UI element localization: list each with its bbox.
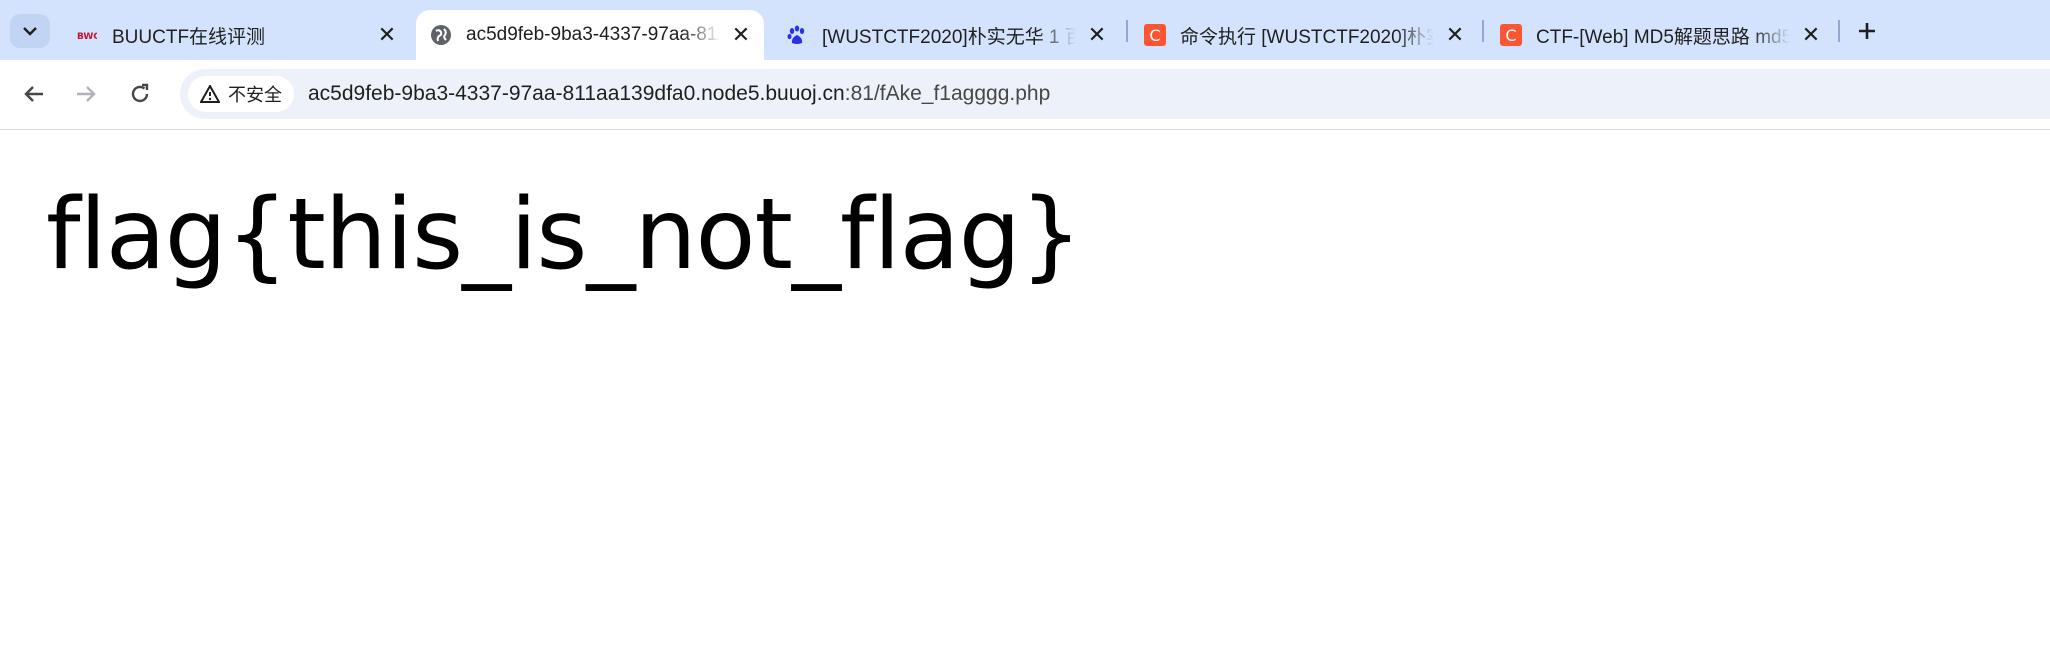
reload-icon [131,83,149,103]
csdn-logo-icon: C [1144,24,1166,46]
plus-icon [1859,23,1875,39]
page-content: flag{this_is_not_flag} [0,130,2050,670]
tab-csdn-md5[interactable]: C CTF-[Web] MD5解题思路 md5 ✕ [1486,10,1834,60]
back-button[interactable] [14,74,54,114]
tab-search-button[interactable] [10,14,50,48]
close-tab-icon[interactable]: ✕ [1798,22,1824,48]
svg-text:C: C [1149,26,1160,45]
baidu-paw-icon [786,24,808,46]
security-label: 不安全 [228,85,282,105]
browser-toolbar: 不安全 ac5d9feb-9ba3-4337-97aa-811aa139dfa0… [0,60,2050,130]
forward-button[interactable] [66,74,106,114]
reload-button[interactable] [120,74,160,114]
tab-title: BUUCTF在线评测 [112,26,266,48]
arrow-right-icon [77,86,96,102]
page-heading: flag{this_is_not_flag} [46,178,1082,292]
chevron-down-icon [23,27,37,36]
tab-buuctf[interactable]: BWC BUUCTF在线评测 ✕ [62,10,410,60]
tab-title: [WUSTCTF2020]朴实无华 1 百度搜索 [822,26,1076,48]
arrow-left-icon [24,86,43,102]
tab-active-page[interactable]: ac5d9feb-9ba3-4337-97aa-811aa139dfa0.nod… [416,10,764,60]
address-bar[interactable]: 不安全 ac5d9feb-9ba3-4337-97aa-811aa139dfa0… [180,69,2050,119]
globe-icon [430,24,452,46]
security-indicator-chip[interactable]: 不安全 [188,76,294,112]
tab-title: ac5d9feb-9ba3-4337-97aa-811aa139dfa0.nod… [466,24,720,45]
url-path: :81/fAke_f1agggg.php [844,82,1051,105]
tab-separator [1838,20,1840,42]
tab-title: 命令执行 [WUSTCTF2020]朴实无华 [1180,26,1434,48]
tab-separator [1126,20,1128,42]
tab-title: CTF-[Web] MD5解题思路 md5 [1536,26,1790,48]
warning-triangle-icon [200,85,220,103]
csdn-logo-icon: C [1500,24,1522,46]
close-tab-icon[interactable]: ✕ [374,22,400,48]
url-text[interactable]: ac5d9feb-9ba3-4337-97aa-811aa139dfa0.nod… [308,82,1050,106]
url-host: ac5d9feb-9ba3-4337-97aa-811aa139dfa0.nod… [308,82,845,105]
close-tab-icon[interactable]: ✕ [1442,22,1468,48]
svg-text:BWC: BWC [77,32,97,42]
tab-baidu-search[interactable]: [WUSTCTF2020]朴实无华 1 百度搜索 ✕ [772,10,1120,60]
new-tab-button[interactable] [1850,14,1884,48]
close-tab-icon[interactable]: ✕ [1084,22,1110,48]
close-tab-icon[interactable]: ✕ [728,22,754,48]
buuctf-logo-icon: BWC [76,24,98,46]
tab-csdn-command-exec[interactable]: C 命令执行 [WUSTCTF2020]朴实无华 ✕ [1130,10,1478,60]
tab-strip: BWC BUUCTF在线评测 ✕ ac5d9feb-9ba3-4337-97aa… [0,0,2050,60]
svg-text:C: C [1505,26,1516,45]
tab-separator [1482,20,1484,42]
